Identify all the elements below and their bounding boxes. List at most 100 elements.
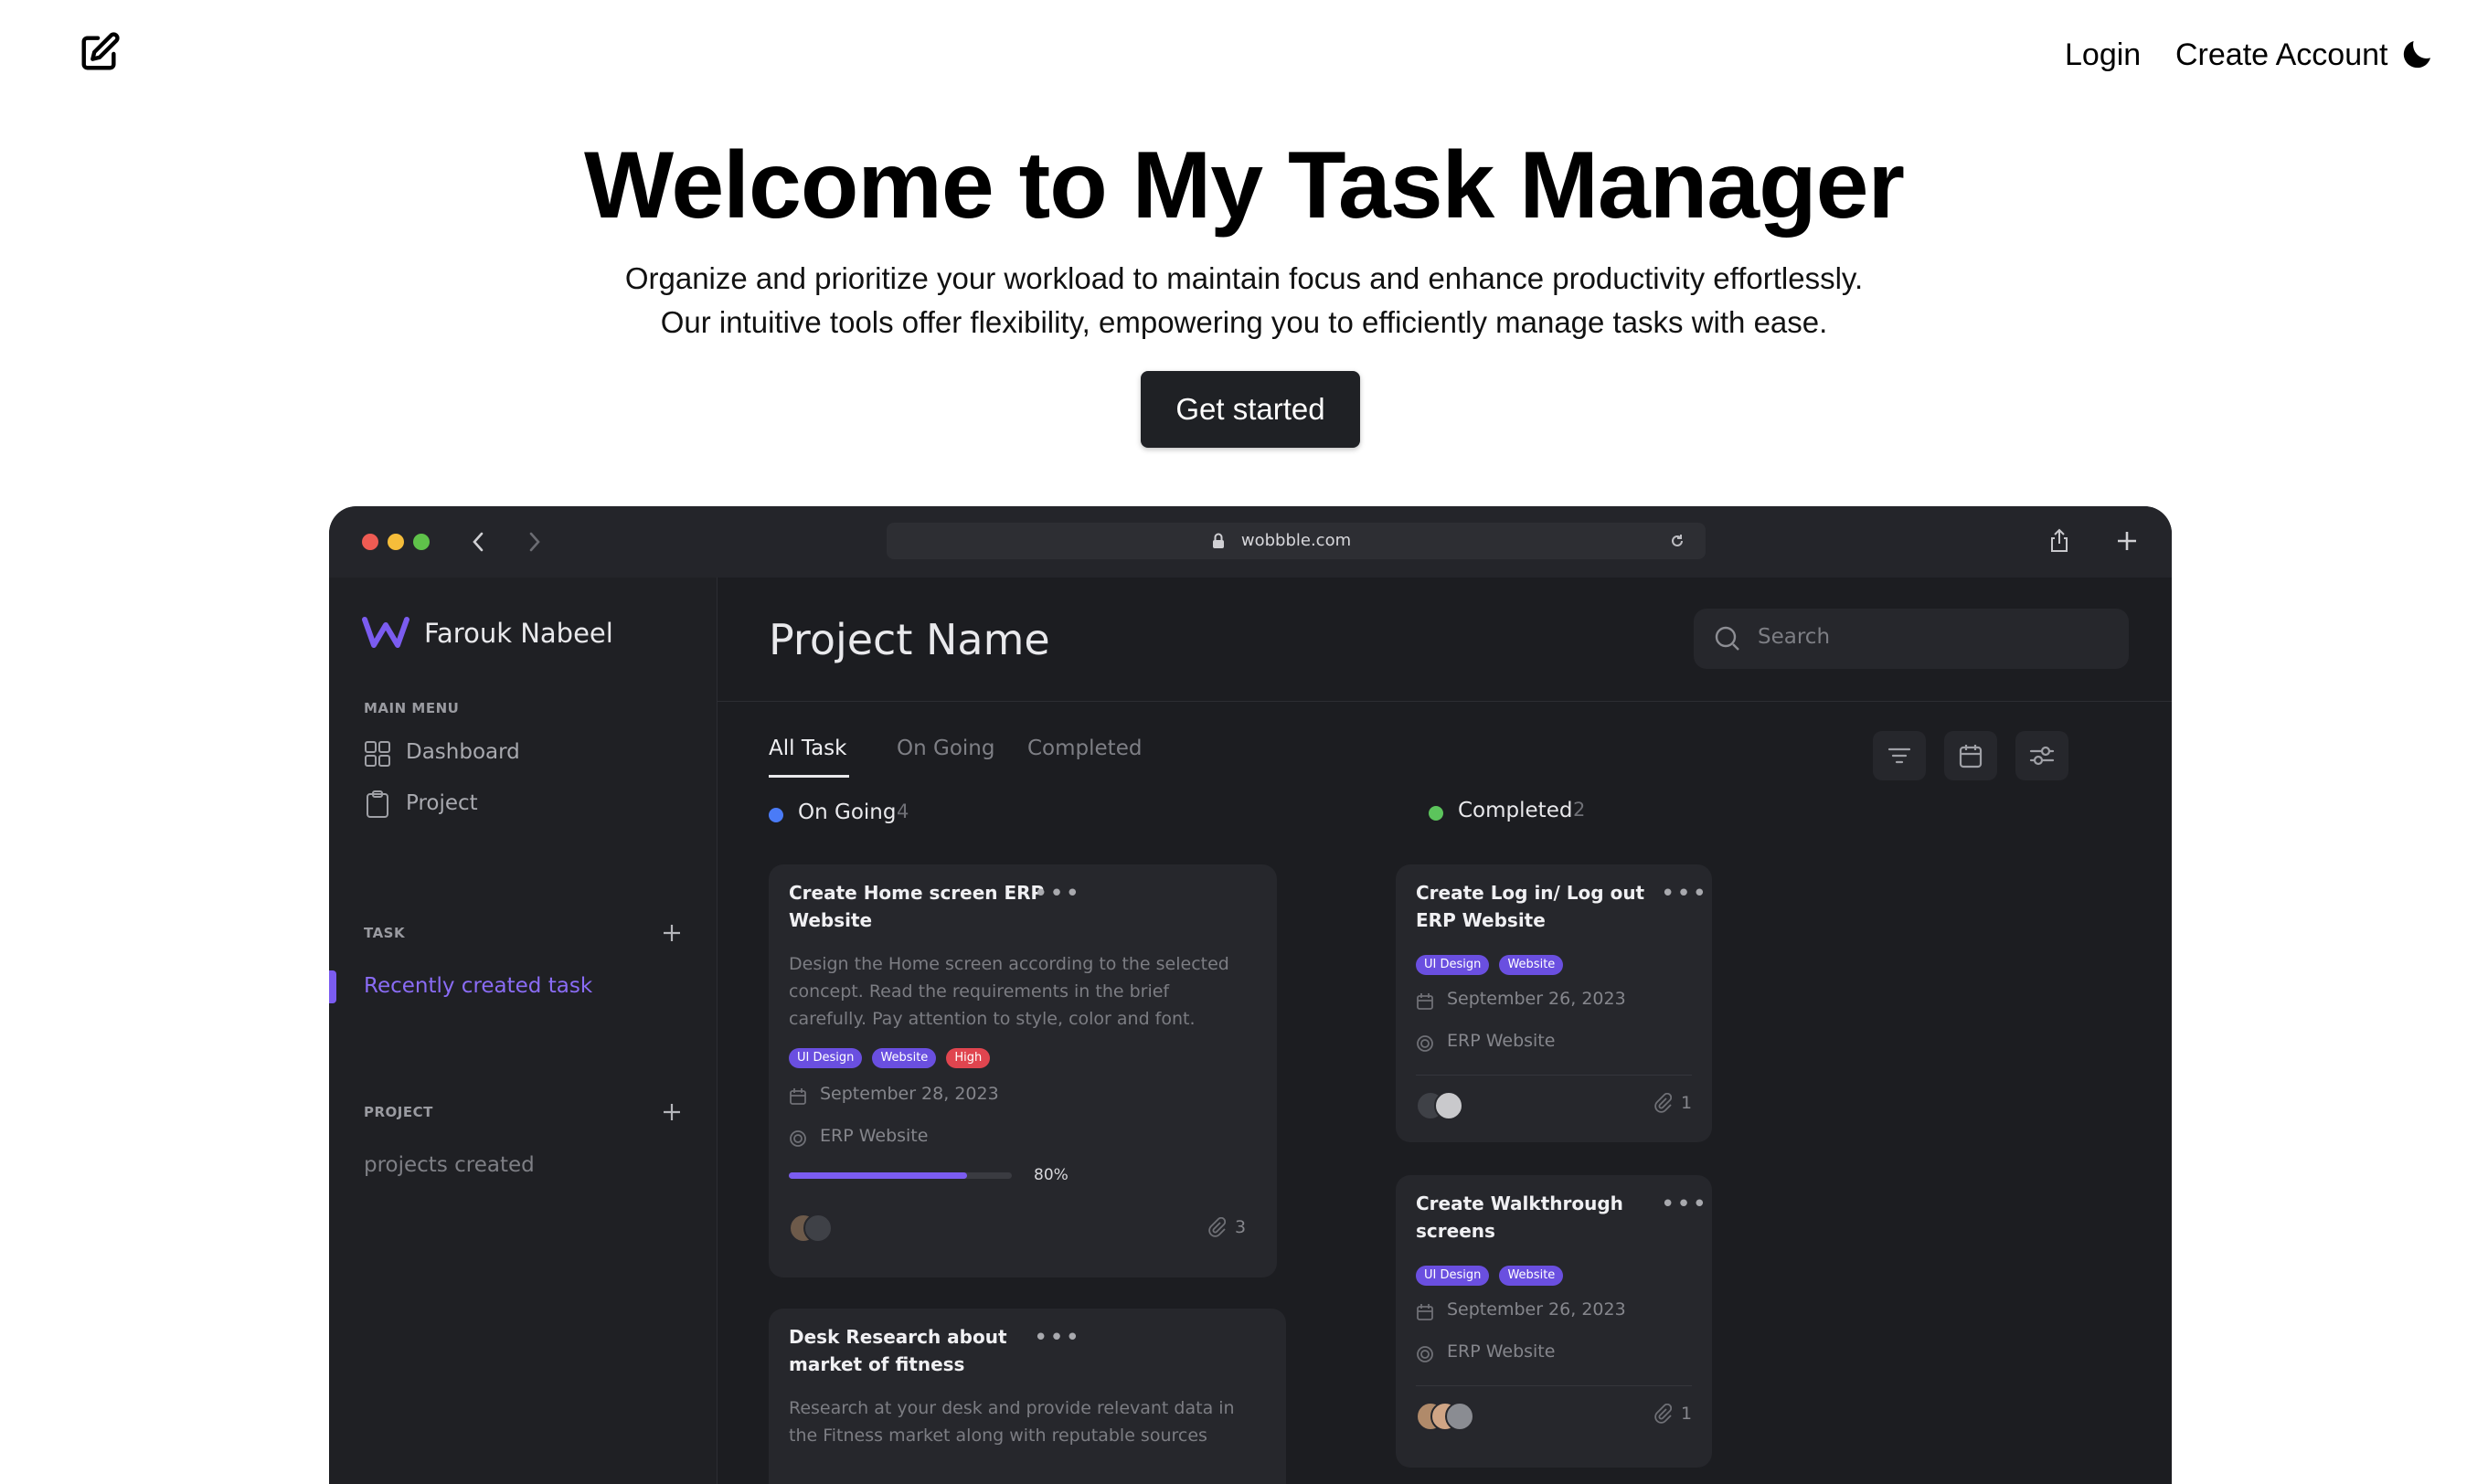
priority-chip: High (946, 1048, 991, 1068)
card-divider (1416, 1075, 1692, 1076)
card-divider (1416, 1385, 1692, 1386)
task-due-date: September 26, 2023 (1447, 989, 1626, 1009)
paperclip-icon (1208, 1217, 1226, 1237)
task-card[interactable]: Create Home screen ERP Website ••• Desig… (769, 864, 1277, 1277)
task-title-line-1: Desk Research about (789, 1326, 1007, 1348)
task-title-line-2: Website (789, 909, 873, 931)
new-tab-icon[interactable] (2116, 530, 2138, 552)
attachment-count: 1 (1681, 1093, 1693, 1113)
tag-chip: UI Design (1416, 955, 1490, 975)
back-icon[interactable] (468, 530, 490, 554)
get-started-button[interactable]: Get started (1141, 371, 1360, 448)
login-link[interactable]: Login (2065, 35, 2141, 75)
task-card[interactable]: Desk Research about market of fitness ••… (769, 1309, 1286, 1484)
target-icon (790, 1130, 806, 1147)
tag-list: UI Design Website High (789, 1047, 991, 1068)
avatar (1445, 1402, 1474, 1431)
attachment-count: 3 (1235, 1217, 1247, 1237)
task-due-date: September 28, 2023 (820, 1084, 999, 1104)
add-project-icon[interactable] (662, 1102, 682, 1122)
task-project: ERP Website (1447, 1031, 1556, 1051)
grid-icon (365, 741, 390, 767)
close-dot (362, 534, 378, 550)
task-title-line-1: Create Log in/ Log out (1416, 882, 1645, 904)
attachment-count: 1 (1681, 1404, 1693, 1424)
ongoing-column-label: On Going (798, 800, 897, 824)
more-options-icon[interactable]: ••• (1661, 882, 1708, 906)
calendar-icon (790, 1088, 806, 1105)
browser-toolbar: wobbble.com (329, 506, 2172, 578)
task-project: ERP Website (1447, 1341, 1556, 1362)
ongoing-status-dot (769, 808, 783, 822)
calendar-icon (1959, 745, 1983, 768)
header-divider (718, 701, 2172, 702)
progress-fill (789, 1172, 968, 1179)
url-text: wobbble.com (1240, 531, 1352, 550)
clipboard-icon (367, 790, 388, 818)
completed-column-label: Completed (1458, 799, 1573, 822)
paperclip-icon (1654, 1404, 1672, 1424)
completed-status-dot (1429, 806, 1443, 821)
task-title-line-1: Create Home screen ERP (789, 882, 1045, 904)
avatar (803, 1214, 833, 1243)
task-card[interactable]: Create Log in/ Log out ERP Website ••• U… (1396, 864, 1712, 1142)
filter-button[interactable] (1873, 731, 1926, 780)
target-icon (1417, 1035, 1433, 1052)
task-title-line-2: screens (1416, 1220, 1495, 1242)
brand-logo-icon (362, 617, 409, 648)
completed-count: 2 (1573, 799, 1586, 821)
more-options-icon[interactable]: ••• (1034, 882, 1081, 906)
active-indicator (329, 970, 336, 1003)
tag-chip: UI Design (789, 1048, 863, 1068)
tab-all-task[interactable]: All Task (769, 737, 846, 760)
add-task-icon[interactable] (662, 923, 682, 943)
progress-track (789, 1172, 1012, 1179)
app-preview-window: wobbble.com Farouk Nabeel MAIN MENU Dash… (329, 506, 2172, 1484)
reload-icon[interactable] (1669, 533, 1685, 549)
moon-icon[interactable] (2398, 35, 2437, 73)
share-icon[interactable] (2047, 528, 2071, 554)
forward-icon[interactable] (523, 530, 545, 554)
task-title-line-2: market of fitness (789, 1353, 965, 1375)
sidebar-item-label: Project (406, 791, 478, 815)
task-description-line-2: the Fitness market along with reputable … (789, 1426, 1207, 1446)
sidebar-item-project[interactable]: Project (364, 786, 675, 824)
tag-chip: Website (872, 1048, 937, 1068)
filter-icon (1887, 747, 1911, 764)
calendar-button[interactable] (1944, 731, 1997, 780)
task-caption: TASK (364, 925, 406, 941)
sliders-icon (2029, 746, 2055, 766)
task-description-line-2: concept. Read the requirements in the br… (789, 981, 1170, 1002)
settings-button[interactable] (2015, 731, 2068, 780)
tab-completed[interactable]: Completed (1027, 737, 1142, 760)
more-options-icon[interactable]: ••• (1661, 1192, 1708, 1216)
task-card[interactable]: Create Walkthrough screens ••• UI Design… (1396, 1175, 1712, 1468)
sidebar-item-recent-task[interactable]: Recently created task (364, 974, 592, 998)
more-options-icon[interactable]: ••• (1034, 1326, 1081, 1350)
search-icon (1715, 626, 1739, 651)
task-due-date: September 26, 2023 (1447, 1299, 1626, 1320)
tab-on-going[interactable]: On Going (897, 737, 994, 760)
task-title-line-2: ERP Website (1416, 909, 1546, 931)
task-description-line-1: Design the Home screen according to the … (789, 954, 1229, 974)
task-title-line-1: Create Walkthrough (1416, 1192, 1623, 1214)
create-account-link[interactable]: Create Account (2175, 35, 2387, 75)
sidebar-item-dashboard[interactable]: Dashboard (364, 735, 675, 773)
edit-logo-icon[interactable] (79, 31, 121, 73)
address-bar[interactable]: wobbble.com (887, 523, 1706, 559)
tag-chip: Website (1499, 1266, 1564, 1286)
app-sidebar: Farouk Nabeel MAIN MENU Dashboard Projec… (329, 578, 718, 1484)
task-description-line-1: Research at your desk and provide releva… (789, 1398, 1235, 1418)
calendar-icon (1417, 1304, 1433, 1320)
ongoing-count: 4 (897, 800, 909, 822)
app-main: Project Name Search All Task On Going Co… (718, 578, 2172, 1484)
calendar-icon (1417, 993, 1433, 1010)
task-project: ERP Website (820, 1126, 929, 1146)
sidebar-item-projects-created[interactable]: projects created (364, 1153, 535, 1177)
lock-icon (1213, 533, 1224, 548)
search-input[interactable]: Search (1694, 609, 2129, 669)
project-caption: PROJECT (364, 1104, 433, 1120)
progress-label: 80% (1034, 1166, 1069, 1184)
target-icon (1417, 1346, 1433, 1362)
hero-title: Welcome to My Task Manager (584, 132, 1905, 238)
